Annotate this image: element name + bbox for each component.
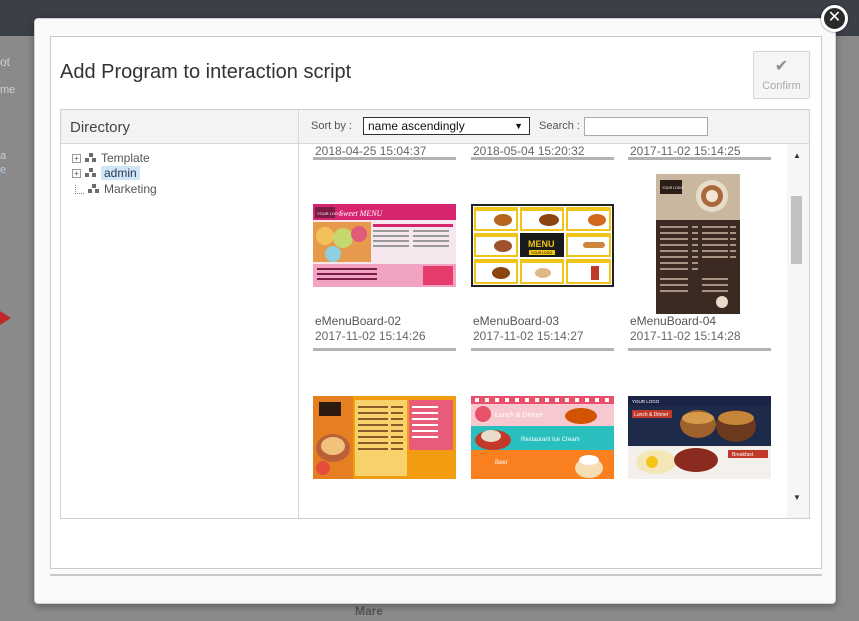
- svg-text:YOUR LOGO: YOUR LOGO: [317, 211, 341, 216]
- tree-item-template[interactable]: + Template: [72, 151, 150, 165]
- card-divider: [313, 348, 456, 351]
- program-date: 2018-04-25 15:04:37: [315, 144, 427, 158]
- program-grid: 2018-04-25 15:04:37 2018-05-04 15:20:32 …: [299, 144, 809, 518]
- tree-item-admin[interactable]: + admin: [72, 166, 140, 180]
- sort-value: name ascendingly: [368, 119, 465, 133]
- search-input[interactable]: [584, 117, 708, 136]
- tree-item-label: Marketing: [104, 182, 157, 196]
- program-card[interactable]: MENU YOUR LOGO eMenuBoard-03 2017-11-02 …: [471, 204, 614, 364]
- svg-text:Lunch & Dinner: Lunch & Dinner: [634, 412, 669, 418]
- grid-scrollbar[interactable]: ▲ ▼: [787, 144, 809, 518]
- directory-tree: + Template + admin Marketing: [61, 144, 299, 518]
- svg-text:MENU: MENU: [528, 239, 555, 249]
- program-card[interactable]: YOUR LOGO eMenuBoard-04 2017-11-02 15:14…: [628, 174, 771, 364]
- program-thumbnail: YOUR LOGO: [656, 174, 740, 314]
- close-dialog-button[interactable]: ✕: [821, 5, 848, 32]
- program-date: 2018-05-04 15:20:32: [473, 144, 585, 158]
- svg-text:Beer: Beer: [495, 460, 508, 466]
- scroll-thumb[interactable]: [791, 196, 802, 264]
- sort-label: Sort by :: [311, 120, 352, 132]
- tree-item-label: Template: [101, 151, 150, 165]
- program-name: eMenuBoard-03: [473, 314, 560, 328]
- program-thumbnail: Lunch & Dinner Restaurant Ice Cream Beer: [471, 396, 614, 479]
- group-icon: [85, 168, 97, 178]
- confirm-label: Confirm: [762, 80, 801, 92]
- tree-item-label: admin: [101, 166, 140, 180]
- tree-connector: [75, 184, 84, 194]
- svg-text:YOUR LOGO: YOUR LOGO: [531, 251, 552, 255]
- svg-text:Sweet MENU: Sweet MENU: [339, 209, 384, 218]
- card-divider: [471, 157, 614, 160]
- close-icon: ✕: [827, 9, 842, 26]
- program-name: eMenuBoard-02: [315, 314, 402, 328]
- dialog-footer-divider: [50, 574, 822, 576]
- program-toolbar: Sort by : name ascendingly ▼ Search :: [299, 110, 809, 144]
- svg-text:Lunch & Dinner: Lunch & Dinner: [495, 412, 544, 419]
- scroll-down-icon[interactable]: ▼: [793, 493, 801, 502]
- svg-text:YOUR LOGO: YOUR LOGO: [662, 186, 683, 190]
- svg-text:Restaurant Ice Cream: Restaurant Ice Cream: [521, 437, 580, 443]
- background-text: a: [0, 150, 7, 162]
- scroll-up-icon[interactable]: ▲: [793, 151, 801, 160]
- search-label: Search :: [539, 120, 580, 132]
- directory-title: Directory: [70, 119, 131, 136]
- sort-select[interactable]: name ascendingly ▼: [363, 117, 530, 135]
- directory-header: Directory: [61, 110, 299, 144]
- program-name: eMenuBoard-04: [630, 314, 717, 328]
- tree-item-marketing[interactable]: Marketing: [75, 182, 157, 196]
- dropdown-arrow-icon: ▼: [514, 121, 523, 131]
- background-text: Mare: [355, 604, 384, 618]
- card-divider: [471, 348, 614, 351]
- group-icon: [85, 153, 97, 163]
- dialog-title: Add Program to interaction script: [60, 61, 352, 83]
- expand-icon[interactable]: +: [72, 153, 81, 163]
- program-thumbnail: MENU YOUR LOGO: [471, 204, 614, 287]
- red-arrow-icon: [0, 311, 11, 325]
- program-thumbnail: YOUR LOGO Lunch & Dinner Breakfast: [628, 396, 771, 479]
- confirm-button[interactable]: ✔ Confirm: [753, 51, 810, 99]
- program-date: 2017-11-02 15:14:27: [473, 329, 584, 343]
- program-browser: Directory + Template + admin Marketing S…: [60, 109, 810, 519]
- card-divider: [628, 157, 771, 160]
- program-date: 2017-11-02 15:14:26: [315, 329, 426, 343]
- svg-text:Breakfast: Breakfast: [732, 452, 754, 458]
- program-thumbnail: YOUR LOGO Sweet MENU: [313, 204, 456, 287]
- background-text: me: [0, 84, 16, 96]
- background-text: e: [0, 164, 7, 176]
- program-card[interactable]: YOUR LOGO Sweet MENU eMenuBoard-02 2017-…: [313, 204, 456, 364]
- card-divider: [628, 348, 771, 351]
- program-thumbnail: [313, 396, 456, 479]
- group-icon: [88, 184, 100, 194]
- expand-icon[interactable]: +: [72, 168, 81, 178]
- svg-text:YOUR LOGO: YOUR LOGO: [632, 399, 660, 404]
- check-icon: ✔: [774, 58, 789, 75]
- program-date: 2017-11-02 15:14:28: [630, 329, 741, 343]
- background-text: ot: [0, 55, 11, 69]
- card-divider: [313, 157, 456, 160]
- program-date: 2017-11-02 15:14:25: [630, 144, 741, 158]
